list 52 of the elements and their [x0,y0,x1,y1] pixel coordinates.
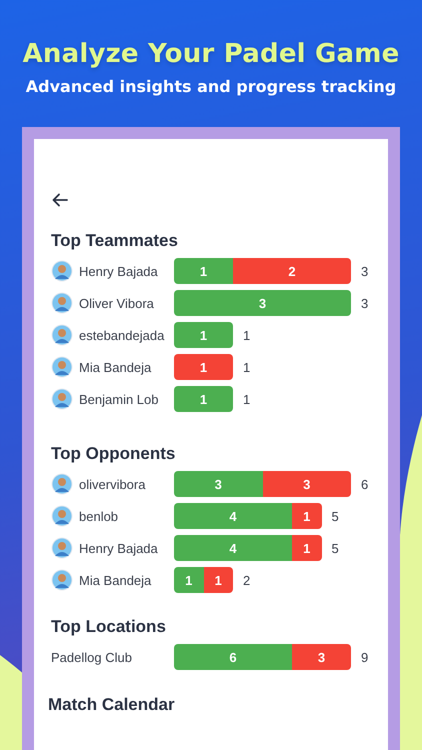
avatar-icon [51,388,73,410]
total-count: 3 [361,264,368,278]
player-name: olivervibora [79,476,146,492]
player-name: Oliver Vibora [79,296,154,310]
win-segment: 1 [174,322,233,348]
avatar-icon [51,569,73,591]
total-count: 1 [243,392,250,406]
avatar-icon [51,324,73,346]
section-title: Top Opponents [51,444,176,464]
win-segment: 6 [174,644,292,670]
back-arrow-icon[interactable] [51,191,69,209]
loss-segment: 1 [174,354,233,380]
avatar-icon [51,260,73,282]
avatar-icon [51,537,73,559]
win-segment: 4 [174,503,292,529]
player-name: Benjamin Lob [79,392,158,406]
loss-segment: 1 [292,535,322,561]
player-name: Henry Bajada [79,264,158,278]
total-count: 1 [243,360,250,374]
player-name: Mia Bandeja [79,360,152,374]
section-title: Top Locations [51,617,167,637]
location-name: Padellog Club [51,650,132,664]
total-count: 5 [332,540,339,556]
loss-segment: 3 [262,471,351,497]
player-name: benlob [79,508,118,524]
win-segment: 1 [174,567,204,593]
player-name: estebandejada [79,328,164,342]
total-count: 6 [361,476,368,492]
loss-segment: 3 [292,644,351,670]
player-name: Henry Bajada [79,540,158,556]
win-segment: 3 [174,471,262,497]
avatar-icon [51,473,73,495]
win-segment: 1 [174,258,233,284]
headline: Analyze Your Padel Game [22,39,400,69]
subheadline: Advanced insights and progress tracking [26,77,396,96]
loss-segment: 1 [292,503,322,529]
total-count: 1 [243,328,250,342]
win-segment: 4 [174,535,292,561]
avatar-icon [51,505,73,527]
loss-segment: 1 [204,567,233,593]
total-count: 2 [243,572,250,588]
loss-segment: 2 [233,258,351,284]
player-name: Mia Bandeja [79,572,152,588]
avatar-icon [51,292,73,314]
total-count: 9 [361,650,368,664]
total-count: 5 [332,508,339,524]
total-count: 3 [361,296,368,310]
section-title: Top Teammates [51,231,179,251]
section-title: Match Calendar [48,695,176,715]
win-segment: 3 [174,290,351,316]
avatar-icon [51,356,73,378]
win-segment: 1 [174,386,233,412]
